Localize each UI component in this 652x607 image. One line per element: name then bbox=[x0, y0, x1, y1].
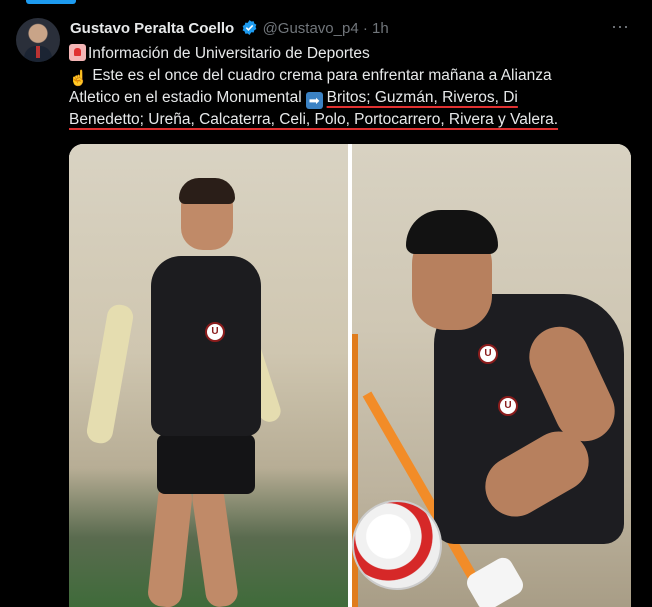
tweet-text: Información de Universitario de Deportes… bbox=[69, 43, 634, 131]
avatar-tie bbox=[36, 46, 40, 58]
tweet-line-4: Benedetto; Ureña, Calcaterra, Celi, Polo… bbox=[69, 111, 559, 128]
lineup-underlined-text: Britos; Guzmán, Riveros, Di bbox=[326, 89, 518, 106]
timestamp[interactable]: 1h bbox=[372, 20, 389, 37]
active-tab-indicator bbox=[26, 0, 76, 4]
tweet-line-1: Información de Universitario de Deportes bbox=[69, 43, 634, 65]
verified-badge-icon bbox=[243, 20, 257, 35]
avatar[interactable] bbox=[16, 18, 60, 62]
tweet-header: Gustavo Peralta Coello @Gustavo_p4 · 1h bbox=[70, 19, 389, 39]
player-figure bbox=[157, 434, 255, 494]
pointing-up-icon: ☝ bbox=[69, 70, 88, 87]
more-options-icon[interactable]: ⋯ bbox=[611, 17, 630, 38]
right-arrow-icon: ➡ bbox=[305, 92, 323, 109]
football bbox=[352, 500, 442, 590]
tweet-media[interactable]: U U U bbox=[69, 144, 631, 607]
player-figure bbox=[151, 256, 261, 436]
player-figure bbox=[463, 554, 527, 607]
tweet-line-3: Atletico en el estadio Monumental ➡ Britos… bbox=[69, 87, 634, 109]
author-handle[interactable]: @Gustavo_p4 bbox=[263, 20, 359, 37]
club-crest-icon: U bbox=[478, 344, 498, 364]
tweet-line-3-text: Atletico en el estadio Monumental bbox=[69, 89, 302, 106]
tweet-line-2: ☝ Este es el once del cuadro crema para … bbox=[69, 65, 634, 87]
club-crest-icon: U bbox=[205, 322, 225, 342]
media-photo-right[interactable]: U U bbox=[352, 144, 631, 607]
club-crest-icon: U bbox=[498, 396, 518, 416]
player-figure bbox=[190, 482, 240, 607]
media-photo-left[interactable]: U bbox=[69, 144, 348, 607]
player-figure bbox=[179, 178, 235, 204]
player-figure bbox=[85, 302, 135, 446]
tweet-line-1-text: Información de Universitario de Deportes bbox=[88, 45, 370, 62]
player-figure bbox=[406, 210, 498, 254]
siren-icon bbox=[69, 44, 86, 61]
tweet-line-2-text: Este es el once del cuadro crema para en… bbox=[92, 67, 552, 84]
player-figure bbox=[146, 482, 194, 607]
author-name[interactable]: Gustavo Peralta Coello bbox=[70, 20, 234, 37]
separator-dot: · bbox=[362, 20, 368, 37]
